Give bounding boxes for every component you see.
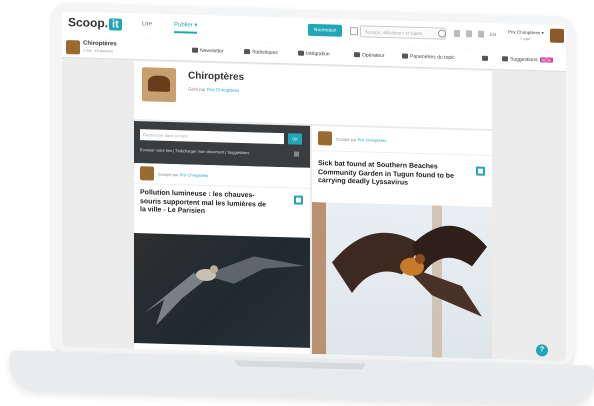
logo-text: Scoop.	[68, 15, 109, 31]
post-card: Scoopé par Prix Chiroptères Sick bat fou…	[312, 125, 492, 359]
post-curator: Scoopé par Prix Chiroptères	[336, 136, 387, 144]
post-title[interactable]: Sick bat found at Southern Beaches Commu…	[318, 160, 468, 190]
topic-header: Chiroptères Géré par Prix Chiroptères	[134, 60, 492, 129]
laptop-screen: Scoop. it Lire Publier ▾ Nouveaux Scoops,…	[62, 10, 566, 362]
post-curator-row: Scoopé par Prix Chiroptères	[134, 162, 310, 189]
post-curator-link[interactable]: Prix Chiroptères	[358, 137, 387, 143]
envelope-icon	[192, 47, 198, 53]
pie-chart-icon	[244, 49, 250, 55]
user-menu[interactable]: Prix Chiroptères ▾	[508, 29, 544, 36]
post-image[interactable]	[134, 232, 310, 348]
topic-curator-link[interactable]: Prix Chiroptères	[207, 87, 239, 93]
help-button[interactable]: ?	[536, 344, 548, 357]
toolbar-suggestions[interactable]: Suggestions NEW	[502, 56, 553, 63]
topic-title: Chiroptères	[188, 70, 245, 84]
flying-bat-image	[144, 256, 304, 326]
flying-fox-image	[312, 201, 487, 358]
post-image[interactable]	[312, 201, 492, 359]
post-curator-link[interactable]: Prix Chiroptères	[180, 172, 209, 178]
user-avatar[interactable]	[550, 28, 564, 43]
bookmark-icon[interactable]	[466, 30, 472, 38]
toolbar-topic-settings[interactable]: Paramètres du topic	[402, 53, 455, 61]
toolbar-operator[interactable]: Opérateur	[354, 52, 385, 59]
nav-publish-link[interactable]: Publier ▾	[174, 21, 198, 34]
topic-search-button[interactable]: OK	[288, 133, 302, 145]
topic-toolbar-title[interactable]: Chiroptères	[83, 41, 117, 48]
code-icon	[298, 50, 304, 56]
post-curator-row: Scoopé par Prix Chiroptères	[312, 125, 492, 156]
toolbar-statistics[interactable]: Statistiques	[244, 49, 278, 56]
nav-read-link[interactable]: Lire	[142, 21, 152, 27]
apps-grid-icon[interactable]	[350, 27, 358, 36]
trash-icon[interactable]	[478, 30, 484, 38]
filter-icon	[482, 55, 488, 62]
laptop-mockup: Scoop. it Lire Publier ▾ Nouveaux Scoops,…	[0, 0, 594, 406]
curator-avatar	[318, 131, 332, 146]
toolbar-newsletter[interactable]: Newsletter	[192, 47, 224, 54]
settings-icon	[402, 53, 408, 59]
rescoop-button[interactable]	[476, 166, 485, 176]
toolbar-filter[interactable]	[482, 55, 490, 62]
search-icon[interactable]	[438, 29, 446, 38]
logo-badge: it	[109, 18, 122, 31]
toolbar-integration[interactable]: Intégration	[298, 50, 330, 57]
rescoop-button[interactable]	[294, 195, 303, 205]
topic-search-input[interactable]: Rechercher dans ce topic	[140, 129, 284, 145]
post-title[interactable]: Pollution lumineuse : les chauves-souris…	[140, 189, 270, 218]
suggestions-badge: NEW	[539, 57, 553, 63]
suggestions-icon	[502, 56, 508, 62]
scoopit-logo[interactable]: Scoop. it	[68, 15, 122, 31]
topic-curator: Géré par Prix Chiroptères	[188, 86, 240, 93]
post-curator: Scoopé par Prix Chiroptères	[158, 171, 209, 179]
topic-avatar-small	[66, 40, 80, 55]
user-topic-count: 1 sujet	[520, 36, 531, 42]
clock-icon	[354, 52, 360, 58]
topic-avatar	[142, 67, 176, 103]
curator-avatar	[140, 166, 154, 181]
language-switcher[interactable]: EN	[490, 32, 496, 37]
grid-view-icon[interactable]	[294, 151, 299, 157]
create-button[interactable]: Nouveaux	[308, 23, 342, 37]
post-card: Scoopé par Prix Chiroptères Pollution lu…	[134, 162, 310, 354]
topic-search-panel: Rechercher dans ce topic OK Envoyer votr…	[134, 120, 310, 168]
topic-toolbar-meta: 1 vue · 16 abonnés	[83, 48, 113, 54]
notifications-icon[interactable]	[454, 29, 460, 38]
topic-action-links[interactable]: Envoyer votre lien | Télécharger mon doc…	[140, 147, 249, 155]
search-input[interactable]: Scoops, utilisateurs et sujets	[360, 25, 446, 40]
